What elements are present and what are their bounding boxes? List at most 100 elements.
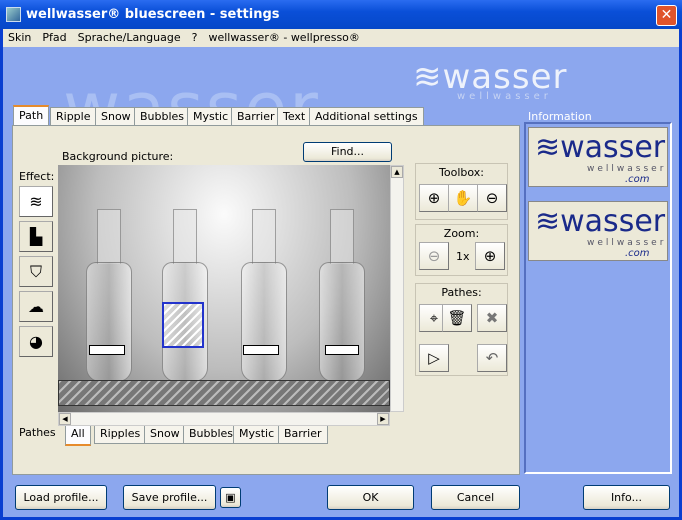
path-marker[interactable] (243, 345, 279, 355)
zoom-in-tool-button[interactable]: ⊕ (419, 184, 449, 212)
path-panel: Effect: ≋ ▙ ⛉ ☁ ◕ Background picture: Fi… (12, 125, 520, 475)
brand-logo: ≋wasser wellwasser (413, 57, 567, 102)
effect-bubbles-button[interactable]: ⛉ (19, 256, 53, 287)
selected-path[interactable] (162, 302, 204, 348)
filter-bubbles[interactable]: Bubbles (183, 426, 240, 444)
menu-bar: Skin Pfad Sprache/Language? wellwasser® - w… (3, 29, 679, 47)
pathes-group: Pathes: ⌖ 🗑 ✖ ▷ ↶ (415, 283, 508, 376)
logo-subtext: wellwasser (587, 164, 667, 174)
window-title: wellwasser® bluescreen - settings (26, 7, 280, 22)
bottle (173, 209, 197, 264)
tab-path[interactable]: Path (13, 105, 50, 126)
scroll-left-arrow[interactable]: ◀ (59, 413, 71, 425)
info-button[interactable]: Info... (583, 485, 670, 510)
barrier-shelf (58, 380, 390, 406)
tab-text[interactable]: Text (277, 107, 312, 126)
filter-ripples[interactable]: Ripples (94, 426, 147, 444)
menu-pfad[interactable]: Pfad (37, 29, 72, 44)
zoom-in-button[interactable]: ⊕ (475, 242, 505, 270)
bottle (86, 262, 132, 382)
tab-snow[interactable]: Snow (95, 107, 137, 126)
logo-subtext: wellwasser (457, 91, 552, 102)
vertical-scrollbar[interactable]: ▲ (390, 165, 404, 412)
tab-additional-settings[interactable]: Additional settings (309, 107, 424, 126)
pathes-title: Pathes: (441, 286, 482, 299)
pathes-label: Pathes (19, 426, 56, 439)
information-panel: ≋wasser wellwasser .com ≋wasser wellwass… (524, 122, 672, 474)
toolbox-group: Toolbox: ⊕ ✋ ⊖ (415, 163, 508, 220)
trash-icon: 🗑 (447, 309, 467, 327)
bottle (319, 262, 365, 382)
zoom-out-button[interactable]: ⊖ (419, 242, 449, 270)
zoom-out-tool-button[interactable]: ⊖ (477, 184, 507, 212)
bottle (241, 262, 287, 382)
zoom-in-icon: ⊕ (427, 189, 441, 207)
effect-mystic-button[interactable]: ☁ (19, 291, 53, 322)
hand-icon: ✋ (453, 189, 473, 207)
save-disk-button[interactable]: ▣ (220, 487, 241, 508)
new-path-icon: ⌖ (429, 309, 439, 327)
zoom-level: 1x (456, 250, 470, 263)
menu-wellwasser[interactable]: wellwasser® - wellpresso® (203, 29, 365, 44)
logo-subtext: wellwasser (587, 238, 667, 248)
tab-ripple[interactable]: Ripple (50, 107, 97, 126)
effect-waves-button[interactable]: ≋ (19, 186, 53, 217)
snow-city-icon: ▙ (29, 227, 43, 246)
logo-domain: .com (625, 248, 650, 259)
tab-bubbles[interactable]: Bubbles (134, 107, 191, 126)
logo-domain: .com (625, 174, 650, 185)
find-button[interactable]: Find... (303, 142, 392, 162)
filter-all[interactable]: All (65, 426, 91, 446)
app-icon (6, 7, 21, 22)
tab-barrier[interactable]: Barrier (231, 107, 281, 126)
logo-text: wasser (560, 130, 666, 165)
close-button[interactable]: ✕ (656, 5, 677, 26)
trash-button[interactable]: 🗑 (442, 304, 472, 332)
path-marker[interactable] (89, 345, 125, 355)
undo-icon: ↶ (485, 349, 499, 367)
path-marker[interactable] (325, 345, 359, 355)
save-profile-button[interactable]: Save profile... (123, 485, 216, 510)
waves-icon: ≋ (535, 204, 561, 239)
filter-mystic[interactable]: Mystic (233, 426, 281, 444)
zoom-title: Zoom: (443, 227, 480, 240)
undo-button[interactable]: ↶ (477, 344, 507, 372)
logo-text: wasser (560, 204, 666, 239)
cancel-button[interactable]: Cancel (431, 485, 520, 510)
title-bar: wellwasser® bluescreen - settings ✕ (0, 0, 682, 29)
waves-icon: ≋ (29, 192, 43, 211)
bubbles-glass-icon: ⛉ (29, 262, 42, 281)
scroll-up-arrow[interactable]: ▲ (391, 166, 403, 178)
menu-language[interactable]: Sprache/Language (73, 29, 187, 44)
info-logo[interactable]: ≋wasser wellwasser .com (528, 201, 668, 261)
ok-button[interactable]: OK (327, 485, 414, 510)
horizontal-scrollbar[interactable]: ◀ ▶ (58, 412, 390, 426)
menu-skin[interactable]: Skin (3, 29, 37, 44)
effect-label: Effect: (19, 170, 55, 183)
floppy-disk-icon: ▣ (225, 491, 236, 504)
info-logo[interactable]: ≋wasser wellwasser .com (528, 127, 668, 187)
bottle (252, 209, 276, 264)
bottle (97, 209, 121, 264)
waves-icon: ≋ (413, 57, 443, 97)
tab-mystic[interactable]: Mystic (187, 107, 235, 126)
waves-icon: ≋ (535, 130, 561, 165)
zoom-out-icon: ⊖ (485, 189, 499, 207)
background-picture-canvas[interactable] (58, 165, 390, 412)
barrier-pacman-icon: ◕ (29, 332, 43, 351)
zoom-out-icon: ⊖ (427, 247, 441, 265)
bottle (330, 209, 354, 264)
filter-snow[interactable]: Snow (144, 426, 186, 444)
triangle-icon: ▷ (428, 349, 440, 367)
effect-barrier-button[interactable]: ◕ (19, 326, 53, 357)
hand-tool-button[interactable]: ✋ (448, 184, 478, 212)
load-profile-button[interactable]: Load profile... (15, 485, 107, 510)
menu-help[interactable]: ? (187, 29, 204, 44)
scroll-right-arrow[interactable]: ▶ (377, 413, 389, 425)
background-picture-label: Background picture: (62, 150, 174, 163)
filter-barrier[interactable]: Barrier (278, 426, 328, 444)
effect-snow-button[interactable]: ▙ (19, 221, 53, 252)
zoom-in-icon: ⊕ (483, 247, 497, 265)
delete-button[interactable]: ✖ (477, 304, 507, 332)
triangle-button[interactable]: ▷ (419, 344, 449, 372)
